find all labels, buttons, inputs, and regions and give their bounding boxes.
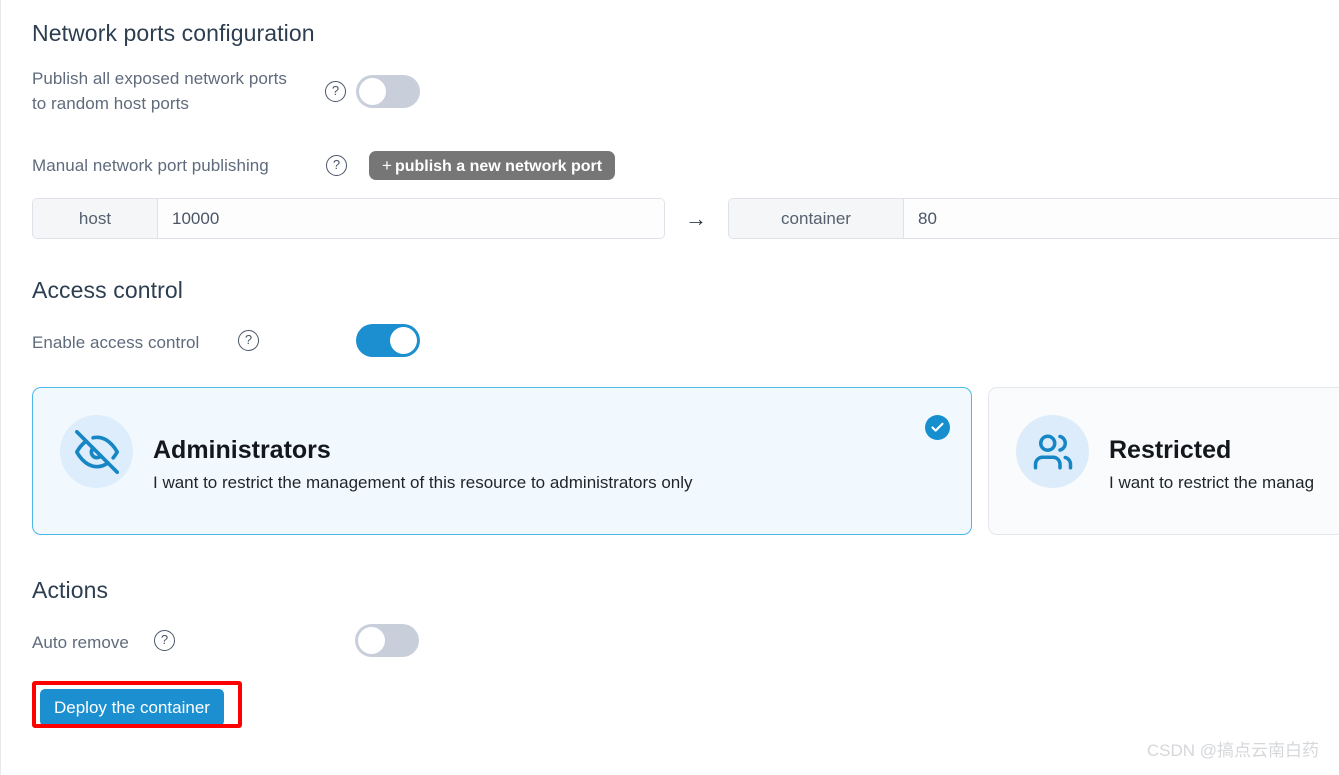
container-port-addon: container xyxy=(729,199,904,238)
access-control-card-title: Administrators xyxy=(153,436,331,464)
access-control-section-title: Access control xyxy=(32,277,183,303)
toggle-knob xyxy=(359,78,386,105)
plus-icon: + xyxy=(382,156,392,175)
container-settings-page: Network ports configuration Publish all … xyxy=(0,0,1339,775)
question-circle-icon[interactable]: ? xyxy=(326,155,347,176)
access-control-card-description: I want to restrict the manag xyxy=(1109,473,1315,492)
auto-remove-label: Auto remove xyxy=(32,633,129,652)
publish-all-ports-label: Publish all exposed network ports to ran… xyxy=(32,69,287,113)
manual-port-publishing-label: Manual network port publishing xyxy=(32,156,269,175)
enable-access-control-label: Enable access control xyxy=(32,333,200,352)
network-ports-section-title: Network ports configuration xyxy=(32,20,315,46)
question-circle-icon[interactable]: ? xyxy=(325,81,346,102)
mapping-arrow-icon: → xyxy=(685,206,707,231)
question-circle-icon[interactable]: ? xyxy=(154,630,175,651)
host-port-input-group[interactable]: host xyxy=(32,198,665,239)
deploy-the-container-button[interactable]: Deploy the container xyxy=(40,689,224,726)
toggle-knob xyxy=(390,327,417,354)
container-port-input[interactable] xyxy=(904,199,1339,238)
host-port-addon: host xyxy=(33,199,158,238)
eye-off-icon xyxy=(60,415,133,488)
actions-section-title: Actions xyxy=(32,577,109,603)
toggle-knob xyxy=(358,627,385,654)
access-control-card-restricted[interactable]: Restricted I want to restrict the manag xyxy=(988,387,1339,535)
deploy-button-annotation: Deploy the container xyxy=(32,681,242,728)
access-control-card-administrators[interactable]: Administrators I want to restrict the ma… xyxy=(32,387,972,535)
publish-all-ports-toggle[interactable] xyxy=(356,75,420,108)
auto-remove-toggle[interactable] xyxy=(355,624,419,657)
enable-access-control-toggle[interactable] xyxy=(356,324,420,357)
check-circle-icon xyxy=(925,415,950,440)
container-port-input-group[interactable]: container xyxy=(728,198,1339,239)
question-circle-icon[interactable]: ? xyxy=(238,330,259,351)
access-control-card-title: Restricted xyxy=(1109,436,1232,464)
publish-new-network-port-button[interactable]: + publish a new network port xyxy=(369,151,616,180)
watermark-text: CSDN @搞点云南白药 xyxy=(1146,741,1319,760)
access-control-card-description: I want to restrict the management of thi… xyxy=(153,473,693,492)
users-icon xyxy=(1016,415,1089,488)
publish-new-network-port-label: publish a new network port xyxy=(394,158,603,175)
host-port-input[interactable] xyxy=(158,199,664,238)
